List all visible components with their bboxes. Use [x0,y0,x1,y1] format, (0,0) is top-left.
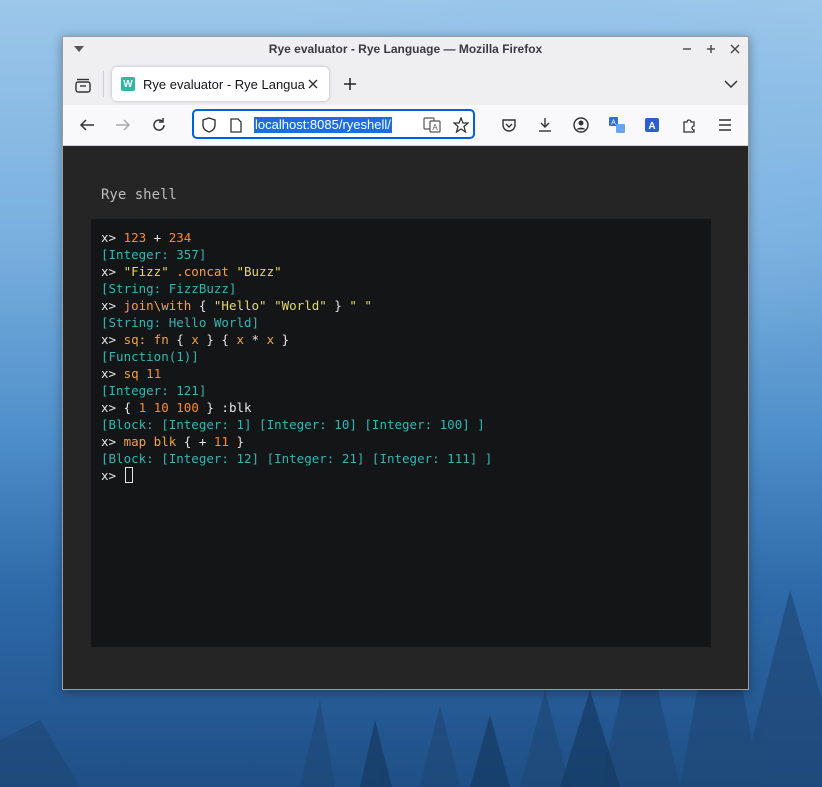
terminal-line: [String: Hello World] [101,314,711,331]
translate-icon[interactable]: A [642,114,664,136]
terminal-line: x> 123 + 234 [101,229,711,246]
terminal-line: x> sq 11 [101,365,711,382]
window-title: Rye evaluator - Rye Language — Mozilla F… [268,42,543,56]
terminal-token: [Integer: 357] [101,247,207,262]
puzzle-icon[interactable] [678,114,700,136]
tab-separator [103,71,104,97]
svg-text:A: A [432,123,438,132]
terminal-token: x> [101,366,124,381]
terminal-token: x> [101,434,124,449]
terminal-token: + [146,230,169,245]
terminal-token: "Hello" "World" [213,298,327,313]
terminal-token: 234 [168,230,192,245]
input-line[interactable]: x> [101,467,711,484]
minimize-icon[interactable] [680,41,694,57]
terminal-token: sq [123,366,139,381]
terminal-token: " " [349,298,372,313]
text-cursor[interactable] [124,467,133,483]
terminal-token: x [191,332,199,347]
terminal-line: [Integer: 357] [101,246,711,263]
terminal-token: } { [198,332,237,347]
terminal-line: [Block: [Integer: 1] [Integer: 10] [Inte… [101,416,711,433]
terminal-token: sq: fn [123,332,169,347]
terminal-token: 123 [123,230,147,245]
translate-icon[interactable]: A [423,116,441,134]
terminal-token: * [244,332,267,347]
terminal-output: x> 123 + 234 [Integer: 357] x> "Fizz" .con… [101,229,711,467]
terminal-token: 11 [213,434,229,449]
chevron-down-icon[interactable] [73,43,85,55]
terminal-token: [Block: [Integer: 1] [Integer: 10] [Inte… [101,417,485,432]
navigation-toolbar: localhost:8085/ryeshell/ A A A [63,105,748,146]
terminal-token: join\with [123,298,192,313]
maximize-icon[interactable] [704,41,718,57]
shield-icon[interactable] [200,116,218,134]
terminal-token: x> [101,298,124,313]
close-icon[interactable] [728,41,742,57]
terminal-line: x> { 1 10 100 } :blk [101,399,711,416]
url-bar[interactable]: localhost:8085/ryeshell/ A [192,109,475,139]
terminal-line: [Block: [Integer: 12] [Integer: 21] [Int… [101,450,711,467]
terminal-token: x> [101,230,124,245]
terminal-token: } [326,298,350,313]
terminal-token: "Fizz" [123,264,169,279]
terminal-token: 11 [146,366,162,381]
tab-bar: W Rye evaluator - Rye Language [63,61,748,105]
terminal-token: } :blk [198,400,252,415]
translate-icon[interactable]: A [606,114,628,136]
shell-terminal[interactable]: x> 123 + 234 [Integer: 357] x> "Fizz" .con… [91,219,711,647]
page-content: Rye shell x> 123 + 234 [Integer: 357] x> "… [63,146,748,689]
page-icon[interactable] [227,116,245,134]
close-icon[interactable] [305,76,321,92]
terminal-token: [String: FizzBuzz] [101,281,237,296]
chevron-down-icon[interactable] [722,75,740,93]
terminal-line: x> join\with { "Hello" "World" } " " [101,297,711,314]
terminal-token: [Function(1)] [101,349,199,364]
download-icon[interactable] [534,114,556,136]
terminal-token: x> [101,400,124,415]
browser-window: Rye evaluator - Rye Language — Mozilla F… [62,36,749,690]
title-bar: Rye evaluator - Rye Language — Mozilla F… [63,37,748,61]
terminal-token: "Buzz" [236,264,282,279]
url-text[interactable]: localhost:8085/ryeshell/ [254,117,392,133]
terminal-token: [Integer: 121] [101,383,207,398]
account-icon[interactable] [570,114,592,136]
terminal-token: 1 10 100 [138,400,199,415]
terminal-token: x [236,332,245,347]
terminal-token: map blk [123,434,177,449]
terminal-token: { [123,400,139,415]
terminal-token: x [266,332,275,347]
terminal-token: } [228,434,245,449]
tab-label: Rye evaluator - Rye Language [143,76,305,92]
terminal-line: [Integer: 121] [101,382,711,399]
page-title: Rye shell [101,187,177,203]
pocket-icon[interactable] [498,114,520,136]
reload-icon[interactable] [148,114,170,136]
terminal-token: x> [101,264,124,279]
hamburger-menu-icon[interactable] [714,114,736,136]
tab-overview-icon[interactable] [71,73,95,97]
terminal-line: [String: FizzBuzz] [101,280,711,297]
input-prompt: x> [101,468,124,483]
back-arrow-icon[interactable] [76,114,98,136]
forward-arrow-icon[interactable] [112,114,134,136]
star-icon[interactable] [452,116,470,134]
new-tab-button[interactable] [341,75,359,93]
terminal-line: [Function(1)] [101,348,711,365]
terminal-line: x> sq: fn { x } { x * x } [101,331,711,348]
terminal-token: [Block: [Integer: 12] [Integer: 21] [Int… [101,451,493,466]
terminal-token: x> [101,332,124,347]
svg-text:A: A [648,121,655,132]
terminal-line: x> "Fizz" .concat "Buzz" [101,263,711,280]
terminal-line: x> map blk { + 11 } [101,433,711,450]
terminal-token: { [191,298,214,313]
terminal-token: [String: Hello World] [101,315,260,330]
svg-text:A: A [611,120,616,127]
terminal-token: } [274,332,290,347]
site-favicon: W [121,77,135,91]
terminal-token: .concat [168,264,237,279]
tab-rye-evaluator[interactable]: W Rye evaluator - Rye Language [112,67,329,101]
terminal-token: { + [176,434,214,449]
terminal-token: { [168,332,192,347]
